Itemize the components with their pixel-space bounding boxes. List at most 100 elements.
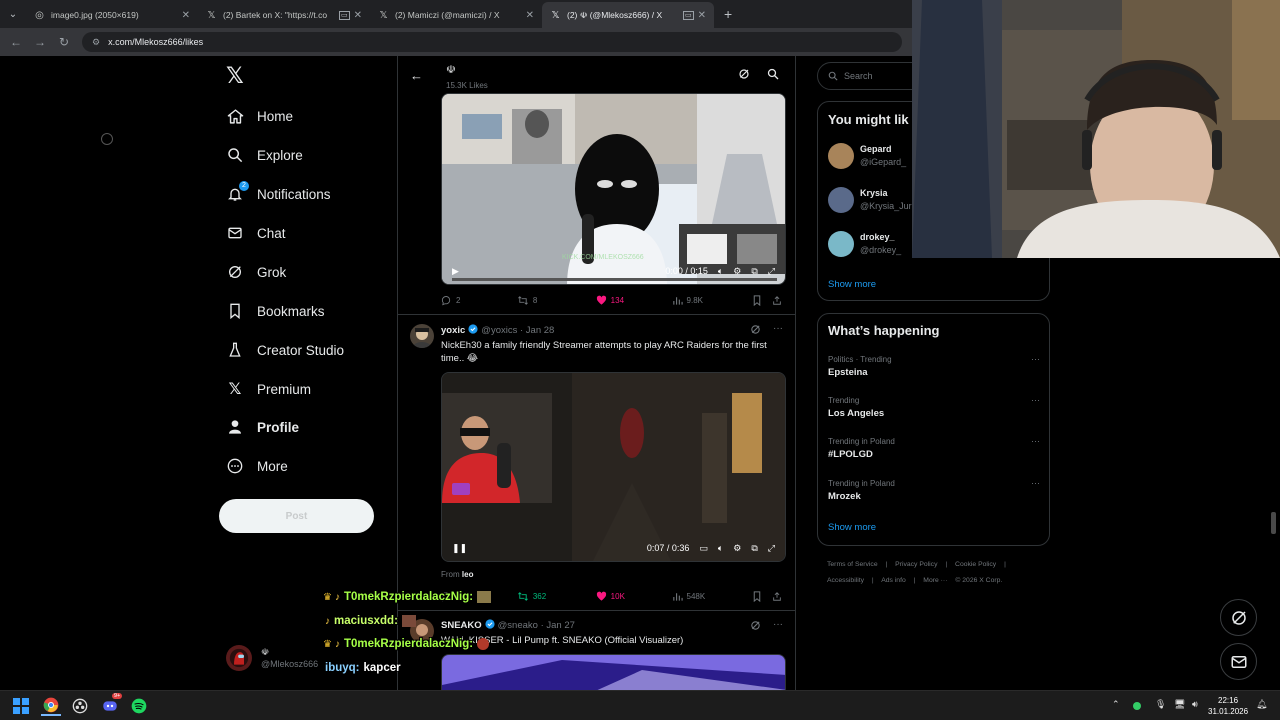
back-icon[interactable]: ←: [4, 35, 28, 49]
more-options-icon[interactable]: ···: [1031, 353, 1040, 366]
nav-item-creator-studio[interactable]: Creator Studio: [226, 336, 344, 364]
popout-icon[interactable]: ⧉: [751, 266, 757, 277]
obs-icon[interactable]: [70, 696, 90, 716]
bookmark-button[interactable]: [752, 294, 772, 306]
play-icon[interactable]: ▶: [452, 266, 459, 277]
nav-item-more[interactable]: More: [226, 452, 288, 480]
suggested-account[interactable]: drokey_ @drokey_: [828, 231, 901, 257]
suggested-account[interactable]: Gepard @iGepard_: [828, 143, 906, 169]
show-more-link[interactable]: Show more: [828, 522, 876, 533]
tweet-video[interactable]: KICK.COM/MLEKOSZ666 ▶ 0:00 / 0:15 🔈︎ ⚙ ⧉…: [441, 93, 786, 285]
grok-icon[interactable]: [738, 68, 750, 83]
volume-icon[interactable]: 🔊︎: [1192, 699, 1198, 710]
share-button[interactable]: [772, 295, 786, 306]
nav-item-home[interactable]: Home: [226, 102, 293, 130]
microphone-icon[interactable]: 🎙︎: [1155, 699, 1166, 710]
system-clock[interactable]: 22:16 31.01.2026: [1208, 695, 1248, 717]
nav-item-notifications[interactable]: 2 Notifications: [226, 180, 331, 208]
close-icon[interactable]: ✕: [698, 10, 706, 21]
more-options-icon[interactable]: ···: [773, 323, 783, 334]
like-button[interactable]: 134: [596, 295, 672, 306]
spotify-icon[interactable]: [129, 696, 149, 716]
tab-2[interactable]: 𝕏 (2) Mamiczi (@mamiczi) / X ✕: [370, 2, 542, 28]
fullscreen-icon[interactable]: ⤢: [768, 543, 775, 554]
tweet-date[interactable]: Jan 28: [526, 325, 555, 336]
windows-start-icon[interactable]: [11, 696, 31, 716]
volume-icon[interactable]: 🔈︎: [718, 543, 723, 554]
more-options-icon[interactable]: ···: [1031, 394, 1040, 407]
more-options-icon[interactable]: ···: [1031, 477, 1040, 490]
footer-link-more[interactable]: More ···: [923, 577, 947, 584]
account-switcher[interactable]: ☫ @Mlekosz666: [226, 645, 318, 671]
nav-item-premium[interactable]: 𝕏 Premium: [226, 375, 311, 403]
volume-icon[interactable]: 🔈︎: [718, 266, 723, 277]
media-icon[interactable]: ▭: [338, 10, 350, 20]
site-settings-icon[interactable]: ⚙: [92, 37, 100, 48]
trend-item[interactable]: Politics · Trending Epsteina ···: [828, 353, 1040, 379]
bookmark-button[interactable]: [752, 590, 772, 602]
tray-overflow-icon[interactable]: ⌃: [1112, 699, 1120, 710]
nav-item-profile[interactable]: Profile: [226, 413, 299, 441]
media-icon[interactable]: ▭: [682, 10, 694, 20]
show-more-link[interactable]: Show more: [828, 279, 876, 290]
popout-icon[interactable]: ⧉: [751, 543, 757, 554]
views-button[interactable]: 548K: [672, 591, 753, 602]
address-bar[interactable]: ⚙ x.com/Mlekosz666/likes: [82, 32, 902, 52]
repost-button[interactable]: 362: [517, 591, 596, 602]
x-logo-icon[interactable]: 𝕏: [226, 64, 244, 89]
nav-item-grok[interactable]: Grok: [226, 258, 286, 286]
suggested-account[interactable]: Krysia @Krysia_Jur: [828, 187, 912, 213]
chrome-icon[interactable]: [41, 696, 61, 716]
close-icon[interactable]: ✕: [354, 10, 362, 21]
author-name[interactable]: SNEAKO: [441, 620, 482, 631]
trend-item[interactable]: Trending in Poland Mrozek ···: [828, 477, 1040, 503]
tweet-video[interactable]: ❚❚ 0:07 / 0:36 ▭ 🔈︎ ⚙ ⧉ ⤢: [441, 372, 786, 562]
grok-icon[interactable]: [750, 324, 761, 338]
tray-app-icon[interactable]: [1133, 702, 1141, 710]
nav-item-explore[interactable]: Explore: [226, 141, 303, 169]
close-icon[interactable]: ✕: [526, 10, 534, 21]
share-button[interactable]: [772, 591, 786, 602]
tab-1[interactable]: 𝕏 (2) Bartek on X: "https://t.co ▭ ✕: [198, 2, 370, 28]
footer-link-cookie[interactable]: Cookie Policy: [955, 561, 996, 568]
footer-link-privacy[interactable]: Privacy Policy: [895, 561, 937, 568]
post-button[interactable]: Post: [219, 499, 374, 533]
avatar[interactable]: [410, 324, 434, 348]
forward-icon[interactable]: →: [28, 35, 52, 49]
tweet-image[interactable]: [441, 654, 786, 690]
author-name[interactable]: yoxic: [441, 325, 465, 336]
captions-icon[interactable]: ▭: [699, 543, 708, 554]
new-tab-button[interactable]: +: [714, 6, 732, 22]
search-icon[interactable]: [767, 68, 779, 83]
tweet-date[interactable]: Jan 27: [546, 620, 575, 631]
footer-link-terms[interactable]: Terms of Service: [827, 561, 878, 568]
tab-search-button[interactable]: ⌄: [0, 0, 26, 28]
discord-icon[interactable]: 9+: [100, 693, 123, 716]
trend-item[interactable]: Trending in Poland #LPOLGD ···: [828, 435, 1040, 461]
grok-icon[interactable]: [750, 620, 761, 634]
reload-icon[interactable]: ↻: [52, 35, 76, 49]
footer-link-accessibility[interactable]: Accessibility: [827, 577, 864, 584]
nav-item-chat[interactable]: Chat: [226, 219, 286, 247]
tab-3[interactable]: 𝕏 (2) ☫ (@Mlekosz666) / X ▭ ✕: [542, 2, 714, 28]
nav-item-bookmarks[interactable]: Bookmarks: [226, 297, 325, 325]
tab-0[interactable]: ◎ image0.jpg (2050×619) ✕: [26, 2, 198, 28]
author-handle[interactable]: @sneako: [498, 620, 538, 631]
close-icon[interactable]: ✕: [182, 10, 190, 21]
messages-button[interactable]: [1220, 643, 1257, 680]
grok-button[interactable]: [1220, 599, 1257, 636]
network-icon[interactable]: 🖥︎: [1174, 699, 1185, 710]
settings-icon[interactable]: ⚙: [733, 266, 741, 277]
settings-icon[interactable]: ⚙: [733, 543, 741, 554]
repost-button[interactable]: 8: [517, 295, 596, 306]
footer-link-ads[interactable]: Ads info: [881, 577, 906, 584]
more-options-icon[interactable]: ···: [773, 619, 783, 630]
more-options-icon[interactable]: ···: [1031, 435, 1040, 448]
trend-item[interactable]: Trending Los Angeles ···: [828, 394, 1040, 420]
like-button[interactable]: 10K: [596, 591, 672, 602]
views-button[interactable]: 9.8K: [672, 295, 753, 306]
scrollbar-thumb[interactable]: [1271, 512, 1276, 534]
notification-bell-icon[interactable]: 🔔︎: [1256, 699, 1267, 710]
from-user[interactable]: leo: [462, 570, 474, 579]
back-arrow-icon[interactable]: ←: [410, 68, 423, 83]
